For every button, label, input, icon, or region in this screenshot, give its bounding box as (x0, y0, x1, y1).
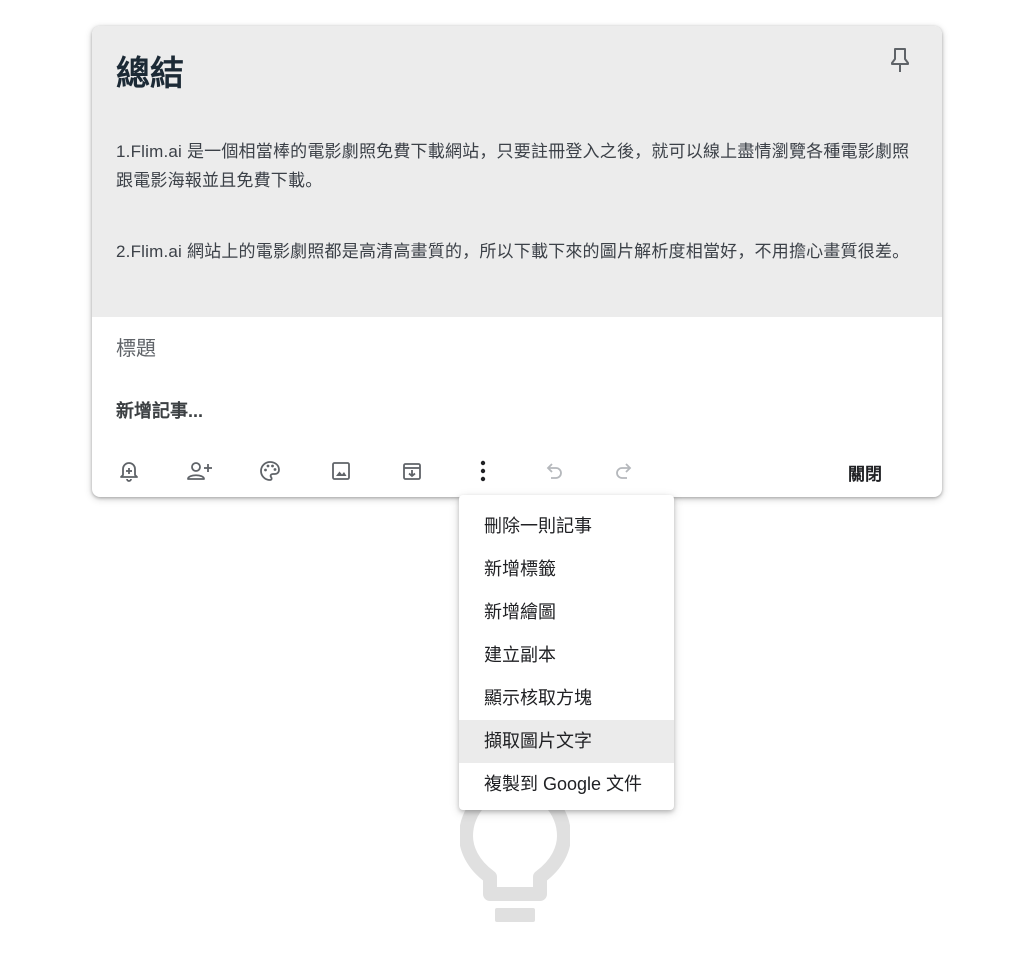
redo-icon[interactable] (609, 456, 639, 486)
menu-item-copy-to-google-docs[interactable]: 複製到 Google 文件 (459, 763, 674, 806)
note-body-input[interactable]: 新增記事... (116, 397, 203, 425)
close-button[interactable]: 關閉 (827, 456, 903, 488)
pin-icon[interactable] (886, 42, 914, 78)
image-text-paragraph-1: 1.Flim.ai 是一個相當棒的電影劇照免費下載網站，只要註冊登入之後，就可以… (116, 142, 910, 190)
note-image[interactable]: 總結 1.Flim.ai 是一個相當棒的電影劇照免費下載網站，只要註冊登入之後，… (92, 26, 942, 317)
menu-item-add-drawing[interactable]: 新增繪圖 (459, 591, 674, 634)
undo-icon[interactable] (539, 456, 569, 486)
lightbulb-icon (459, 780, 571, 930)
archive-icon[interactable] (397, 456, 427, 486)
menu-item-make-copy[interactable]: 建立副本 (459, 634, 674, 677)
menu-item-show-checkboxes[interactable]: 顯示核取方塊 (459, 677, 674, 720)
more-options-menu: 刪除一則記事 新增標籤 新增繪圖 建立副本 顯示核取方塊 擷取圖片文字 複製到 … (459, 495, 674, 810)
reminder-icon[interactable] (114, 456, 144, 486)
palette-icon[interactable] (255, 456, 285, 486)
collaborator-icon[interactable] (185, 456, 215, 486)
menu-item-grab-image-text[interactable]: 擷取圖片文字 (459, 720, 674, 763)
image-icon[interactable] (326, 456, 356, 486)
note-toolbar: 關閉 (92, 450, 942, 492)
more-icon[interactable] (468, 456, 498, 486)
title-input[interactable]: 標題 (116, 335, 156, 363)
menu-item-delete-note[interactable]: 刪除一則記事 (459, 505, 674, 548)
image-text-title: 總結 (116, 55, 184, 93)
image-text-paragraph-2: 2.Flim.ai 網站上的電影劇照都是高清高畫質的，所以下載下來的圖片解析度相… (116, 242, 910, 261)
menu-item-add-label[interactable]: 新增標籤 (459, 548, 674, 591)
note-editor-card: 總結 1.Flim.ai 是一個相當棒的電影劇照免費下載網站，只要註冊登入之後，… (92, 26, 942, 497)
